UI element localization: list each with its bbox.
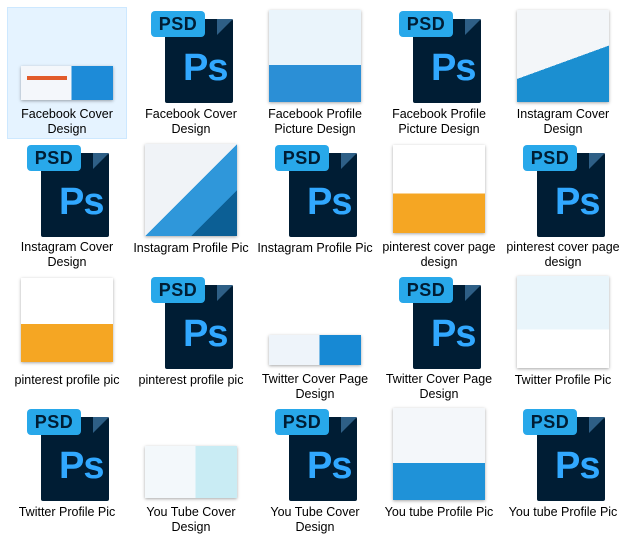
thumbnail-image xyxy=(21,278,113,362)
psd-file-icon: PSD Ps xyxy=(389,274,489,369)
image-file-item[interactable]: Facebook Profile Picture Design xyxy=(255,7,375,139)
thumbnail-image xyxy=(393,145,485,233)
psd-file-item[interactable]: PSD Ps Twitter Cover Page Design xyxy=(379,273,499,403)
thumbnail-image xyxy=(269,335,361,365)
psd-file-item[interactable]: PSD Ps Instagram Profile Pic xyxy=(255,141,375,271)
file-name-label: Facebook Cover Design xyxy=(145,107,237,136)
psd-file-item[interactable]: PSD Ps Facebook Profile Picture Design xyxy=(379,7,499,139)
file-name-label: Instagram Cover Design xyxy=(516,107,610,136)
photoshop-logo-icon: Ps xyxy=(183,47,228,89)
photoshop-logo-icon: Ps xyxy=(307,181,352,223)
image-file-item[interactable]: Instagram Profile Pic xyxy=(131,141,251,271)
thumbnail-image xyxy=(145,446,237,498)
thumbnail-image xyxy=(145,144,237,236)
photoshop-logo-icon: Ps xyxy=(183,313,228,355)
psd-file-icon: PSD Ps xyxy=(389,8,489,104)
file-name-label: Instagram Profile Pic xyxy=(133,241,249,255)
image-thumbnail xyxy=(389,142,489,237)
psd-file-icon: PSD Ps xyxy=(141,8,241,104)
image-file-item[interactable]: You Tube Cover Design xyxy=(131,405,251,543)
file-name-label: pinterest cover page design xyxy=(382,240,496,269)
psd-tag-icon: PSD xyxy=(27,145,81,171)
psd-tag-icon: PSD xyxy=(275,145,329,171)
file-name-label: Instagram Cover Design xyxy=(20,240,114,269)
file-name-label: You Tube Cover Design xyxy=(146,505,236,534)
file-name-label: pinterest cover page design xyxy=(506,240,620,269)
file-name-label: Twitter Profile Pic xyxy=(514,373,612,387)
psd-file-item[interactable]: PSD Ps pinterest cover page design xyxy=(503,141,623,271)
psd-file-icon: PSD Ps xyxy=(17,142,117,237)
image-file-item[interactable]: Twitter Profile Pic xyxy=(503,273,623,403)
image-thumbnail xyxy=(389,406,489,502)
psd-tag-icon: PSD xyxy=(151,11,205,37)
psd-file-icon: PSD Ps xyxy=(513,142,613,237)
psd-file-icon: PSD Ps xyxy=(265,406,365,502)
psd-file-item[interactable]: PSD Ps You tube Profile Pic xyxy=(503,405,623,543)
file-name-label: You tube Profile Pic xyxy=(384,505,494,519)
file-grid: Facebook Cover Design PSD Ps Facebook Cover… xyxy=(0,0,629,558)
photoshop-logo-icon: Ps xyxy=(555,445,600,487)
image-thumbnail xyxy=(17,8,117,104)
photoshop-logo-icon: Ps xyxy=(431,47,476,89)
psd-file-icon: PSD Ps xyxy=(17,406,117,502)
file-name-label: pinterest profile pic xyxy=(14,373,120,387)
thumbnail-image xyxy=(517,276,609,368)
image-file-item[interactable]: Instagram Cover Design xyxy=(503,7,623,139)
file-name-label: You tube Profile Pic xyxy=(508,505,618,519)
psd-tag-icon: PSD xyxy=(151,277,205,303)
photoshop-logo-icon: Ps xyxy=(431,313,476,355)
image-thumbnail xyxy=(17,274,117,370)
image-file-item[interactable]: pinterest cover page design xyxy=(379,141,499,271)
psd-file-item[interactable]: PSD Ps Instagram Cover Design xyxy=(7,141,127,271)
psd-file-item[interactable]: PSD Ps Twitter Profile Pic xyxy=(7,405,127,543)
thumbnail-image xyxy=(269,10,361,102)
image-thumbnail xyxy=(513,274,613,370)
image-thumbnail xyxy=(513,8,613,104)
psd-tag-icon: PSD xyxy=(523,409,577,435)
image-thumbnail xyxy=(265,8,365,104)
psd-tag-icon: PSD xyxy=(399,277,453,303)
thumbnail-image xyxy=(393,408,485,500)
psd-file-icon: PSD Ps xyxy=(513,406,613,502)
thumbnail-image xyxy=(21,66,113,100)
image-file-item[interactable]: You tube Profile Pic xyxy=(379,405,499,543)
psd-file-icon: PSD Ps xyxy=(141,274,241,370)
file-name-label: Facebook Profile Picture Design xyxy=(392,107,486,136)
photoshop-logo-icon: Ps xyxy=(307,445,352,487)
psd-tag-icon: PSD xyxy=(275,409,329,435)
file-name-label: Twitter Profile Pic xyxy=(18,505,116,519)
file-name-label: pinterest profile pic xyxy=(138,373,244,387)
file-name-label: You Tube Cover Design xyxy=(270,505,360,534)
psd-tag-icon: PSD xyxy=(399,11,453,37)
psd-tag-icon: PSD xyxy=(523,145,577,171)
thumbnail-image xyxy=(517,10,609,102)
psd-file-icon: PSD Ps xyxy=(265,142,365,238)
file-name-label: Facebook Profile Picture Design xyxy=(268,107,362,136)
file-name-label: Twitter Cover Page Design xyxy=(385,372,493,401)
psd-file-item[interactable]: PSD Ps Facebook Cover Design xyxy=(131,7,251,139)
image-thumbnail xyxy=(265,274,365,369)
photoshop-logo-icon: Ps xyxy=(59,181,104,223)
image-thumbnail xyxy=(141,142,241,238)
photoshop-logo-icon: Ps xyxy=(555,181,600,223)
image-file-item[interactable]: Facebook Cover Design xyxy=(7,7,127,139)
image-thumbnail xyxy=(141,406,241,502)
image-file-item[interactable]: pinterest profile pic xyxy=(7,273,127,403)
image-file-item[interactable]: Twitter Cover Page Design xyxy=(255,273,375,403)
psd-file-item[interactable]: PSD Ps You Tube Cover Design xyxy=(255,405,375,543)
file-name-label: Instagram Profile Pic xyxy=(257,241,373,255)
psd-tag-icon: PSD xyxy=(27,409,81,435)
psd-file-item[interactable]: PSD Ps pinterest profile pic xyxy=(131,273,251,403)
file-name-label: Facebook Cover Design xyxy=(21,107,113,136)
file-name-label: Twitter Cover Page Design xyxy=(261,372,369,401)
photoshop-logo-icon: Ps xyxy=(59,445,104,487)
